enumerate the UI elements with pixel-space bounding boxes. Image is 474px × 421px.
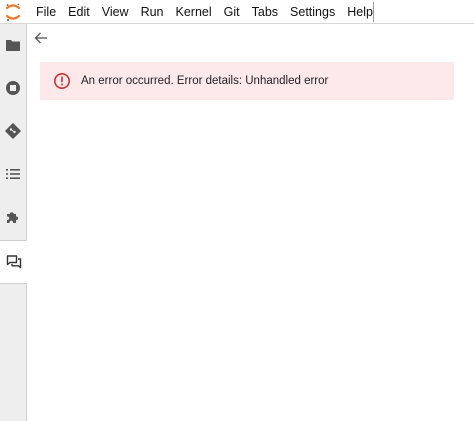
arrow-left-icon[interactable] xyxy=(33,30,49,46)
menu-run[interactable]: Run xyxy=(135,0,170,24)
jupyter-logo-icon[interactable] xyxy=(3,2,23,22)
error-circle-icon xyxy=(54,73,70,89)
menu-items: File Edit View Run Kernel Git Tabs Setti… xyxy=(30,0,379,24)
menu-settings[interactable]: Settings xyxy=(284,0,341,24)
error-alert: An error occurred. Error details: Unhand… xyxy=(40,62,454,100)
stop-circle-icon xyxy=(6,81,20,95)
git-icon xyxy=(5,123,21,139)
sidebar-toc-button[interactable] xyxy=(0,159,26,189)
sidebar-git-button[interactable] xyxy=(0,116,26,146)
menu-view[interactable]: View xyxy=(96,0,135,24)
menu-bar: File Edit View Run Kernel Git Tabs Setti… xyxy=(0,0,474,24)
menu-tabs[interactable]: Tabs xyxy=(246,0,284,24)
extension-puzzle-icon xyxy=(7,212,19,223)
left-sidebar xyxy=(0,24,27,421)
menu-file[interactable]: File xyxy=(30,0,62,24)
menu-kernel[interactable]: Kernel xyxy=(170,0,218,24)
sidebar-chat-button[interactable] xyxy=(0,240,27,284)
sidebar-file-browser-button[interactable] xyxy=(0,30,26,60)
menu-divider xyxy=(373,2,374,22)
list-icon xyxy=(6,169,20,179)
main-panel: An error occurred. Error details: Unhand… xyxy=(27,24,474,421)
error-message: An error occurred. Error details: Unhand… xyxy=(81,75,329,87)
sidebar-running-button[interactable] xyxy=(0,73,26,103)
chat-icon xyxy=(6,255,21,269)
sidebar-extensions-button[interactable] xyxy=(0,202,26,232)
menu-git[interactable]: Git xyxy=(218,0,246,24)
folder-icon xyxy=(6,40,20,51)
menu-edit[interactable]: Edit xyxy=(62,0,96,24)
